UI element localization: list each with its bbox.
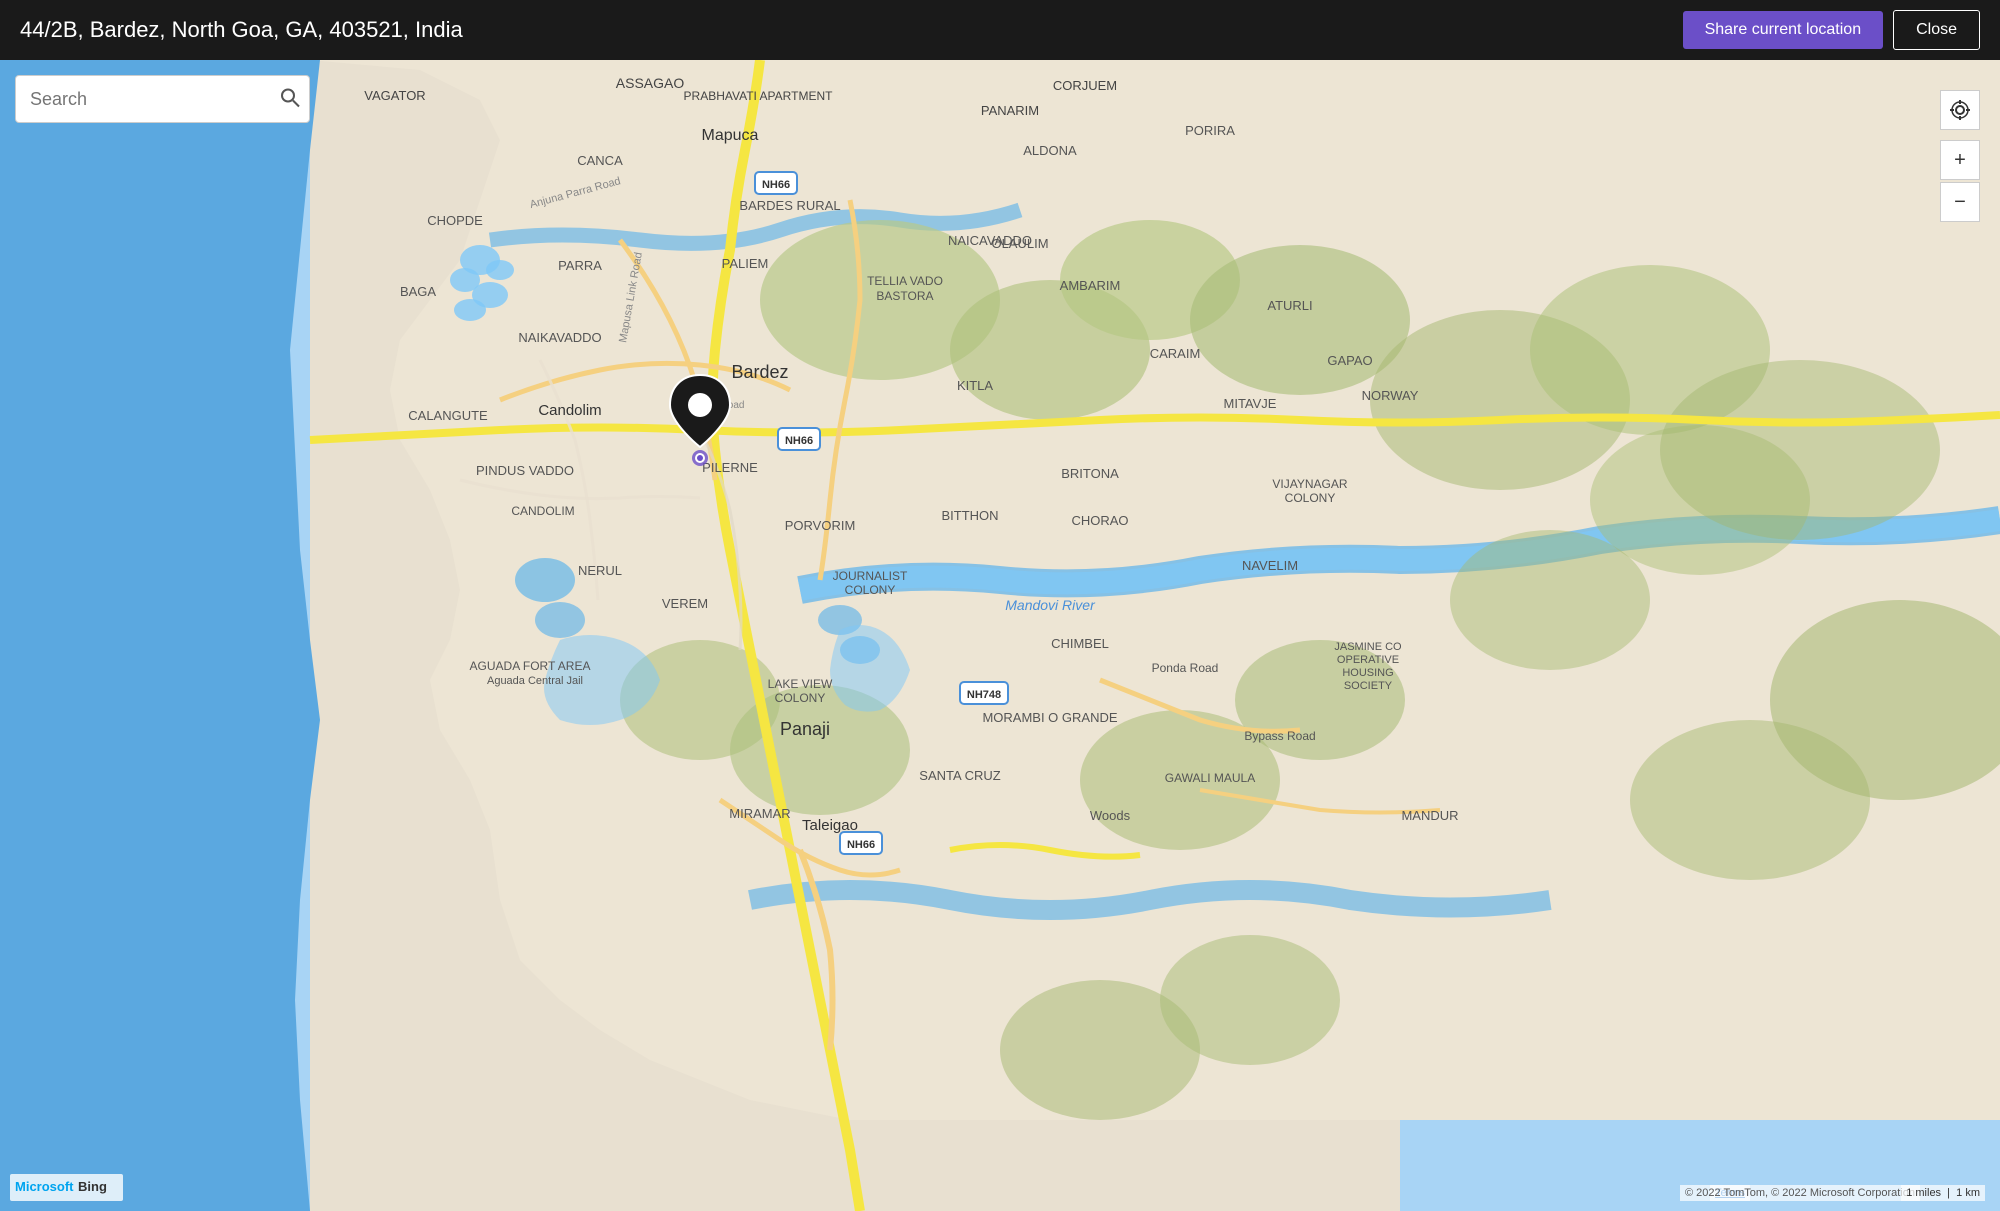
svg-text:LAKE VIEW: LAKE VIEW	[768, 677, 833, 691]
svg-text:NH66: NH66	[762, 179, 790, 191]
svg-text:PILERNE: PILERNE	[702, 460, 758, 475]
svg-text:SOCIETY: SOCIETY	[1344, 680, 1393, 692]
svg-text:KITLA: KITLA	[957, 378, 993, 393]
svg-text:CHIMBEL: CHIMBEL	[1051, 636, 1109, 651]
locate-icon	[1949, 99, 1971, 121]
svg-text:MITAVJE: MITAVJE	[1224, 396, 1277, 411]
svg-text:Bing: Bing	[78, 1179, 107, 1194]
close-button[interactable]: Close	[1893, 10, 1980, 50]
svg-text:VEREM: VEREM	[662, 596, 708, 611]
svg-text:PORVORIM: PORVORIM	[785, 518, 856, 533]
svg-text:NERUL: NERUL	[578, 563, 622, 578]
svg-text:Bardez: Bardez	[731, 362, 788, 382]
svg-text:MIRAMAR: MIRAMAR	[729, 806, 790, 821]
svg-text:COLONY: COLONY	[775, 691, 826, 705]
svg-text:CHORAO: CHORAO	[1071, 513, 1128, 528]
search-input[interactable]	[15, 75, 310, 123]
svg-text:VAGATOR: VAGATOR	[364, 88, 425, 103]
svg-text:CORJUEM: CORJUEM	[1053, 78, 1117, 93]
svg-text:BARDES RURAL: BARDES RURAL	[739, 198, 840, 213]
svg-text:Ponda Road: Ponda Road	[1152, 661, 1219, 675]
page-title: 44/2B, Bardez, North Goa, GA, 403521, In…	[20, 17, 1683, 43]
svg-text:NH66: NH66	[785, 435, 813, 447]
svg-text:COLONY: COLONY	[1285, 491, 1336, 505]
locate-button[interactable]	[1940, 90, 1980, 130]
svg-text:HOUSING: HOUSING	[1342, 667, 1393, 679]
scale-bar: 1 miles | 1 km	[1901, 1185, 1985, 1201]
svg-text:SANTA CRUZ: SANTA CRUZ	[919, 768, 1000, 783]
map-container[interactable]: ASSAGAO VAGATOR PRABHAVATI APARTMENT COR…	[0, 0, 2000, 1211]
zoom-out-button[interactable]: −	[1940, 182, 1980, 222]
svg-text:NAVELIM: NAVELIM	[1242, 558, 1298, 573]
svg-text:MORAMBI O GRANDE: MORAMBI O GRANDE	[982, 710, 1117, 725]
copyright-text: © 2022 TomTom, © 2022 Microsoft Corporat…	[1680, 1185, 1920, 1201]
svg-text:AGUADA FORT AREA: AGUADA FORT AREA	[470, 659, 591, 673]
svg-text:CARAIM: CARAIM	[1150, 346, 1201, 361]
svg-text:Mapuca: Mapuca	[702, 127, 759, 144]
svg-text:NAIKAVADDO: NAIKAVADDO	[518, 330, 601, 345]
svg-text:Candolim: Candolim	[538, 402, 601, 419]
svg-text:COLONY: COLONY	[845, 583, 896, 597]
svg-text:Panaji: Panaji	[780, 719, 830, 739]
svg-text:BRITONA: BRITONA	[1061, 466, 1119, 481]
svg-text:PARRA: PARRA	[558, 258, 602, 273]
svg-text:PORIRA: PORIRA	[1185, 123, 1235, 138]
svg-text:VIJAYNAGAR: VIJAYNAGAR	[1272, 477, 1347, 491]
svg-text:CANCA: CANCA	[577, 153, 623, 168]
map-svg: ASSAGAO VAGATOR PRABHAVATI APARTMENT COR…	[0, 0, 2000, 1211]
svg-text:BAGA: BAGA	[400, 284, 436, 299]
svg-text:NH66: NH66	[847, 839, 875, 851]
svg-text:ALDONA: ALDONA	[1023, 143, 1077, 158]
svg-text:AMBARIM: AMBARIM	[1060, 278, 1121, 293]
search-button[interactable]	[280, 88, 300, 111]
svg-text:PINDUS VADDO: PINDUS VADDO	[476, 463, 574, 478]
header-bar: 44/2B, Bardez, North Goa, GA, 403521, In…	[0, 0, 2000, 60]
svg-text:Bypass Road: Bypass Road	[1244, 729, 1315, 743]
svg-text:PANARIM: PANARIM	[981, 103, 1039, 118]
svg-text:BASTORA: BASTORA	[876, 289, 933, 303]
svg-text:CANDOLIM: CANDOLIM	[511, 504, 574, 518]
svg-text:JASMINE CO: JASMINE CO	[1334, 641, 1402, 653]
svg-text:CHOPDE: CHOPDE	[427, 213, 483, 228]
share-location-button[interactable]: Share current location	[1683, 11, 1884, 49]
search-icon	[280, 88, 300, 108]
svg-text:TELLIA VADO: TELLIA VADO	[867, 274, 943, 288]
svg-text:NH748: NH748	[967, 689, 1001, 701]
zoom-in-button[interactable]: +	[1940, 140, 1980, 180]
svg-text:BITTHON: BITTHON	[941, 508, 998, 523]
svg-text:PALIEM: PALIEM	[722, 256, 769, 271]
svg-text:Aguada Central Jail: Aguada Central Jail	[487, 675, 583, 687]
svg-text:MANDUR: MANDUR	[1401, 808, 1458, 823]
svg-text:CALANGUTE: CALANGUTE	[408, 408, 488, 423]
svg-text:ASSAGAO: ASSAGAO	[616, 75, 685, 91]
svg-text:OPERATIVE: OPERATIVE	[1337, 654, 1399, 666]
svg-text:NORWAY: NORWAY	[1362, 388, 1419, 403]
svg-text:GAWALI MAULA: GAWALI MAULA	[1165, 771, 1255, 785]
svg-text:JOURNALIST: JOURNALIST	[833, 569, 908, 583]
search-container	[15, 75, 310, 123]
svg-text:GAPAO: GAPAO	[1327, 353, 1372, 368]
svg-text:PRABHAVATI APARTMENT: PRABHAVATI APARTMENT	[684, 89, 834, 103]
bing-branding: Microsoft Bing	[10, 1174, 123, 1201]
svg-text:Woods: Woods	[1090, 808, 1131, 823]
svg-text:Microsoft: Microsoft	[15, 1179, 74, 1194]
svg-text:OLAULIM: OLAULIM	[991, 236, 1048, 251]
svg-text:ATURLI: ATURLI	[1267, 298, 1312, 313]
map-controls: + −	[1940, 90, 1980, 222]
svg-text:Mandovi River: Mandovi River	[1005, 597, 1096, 613]
